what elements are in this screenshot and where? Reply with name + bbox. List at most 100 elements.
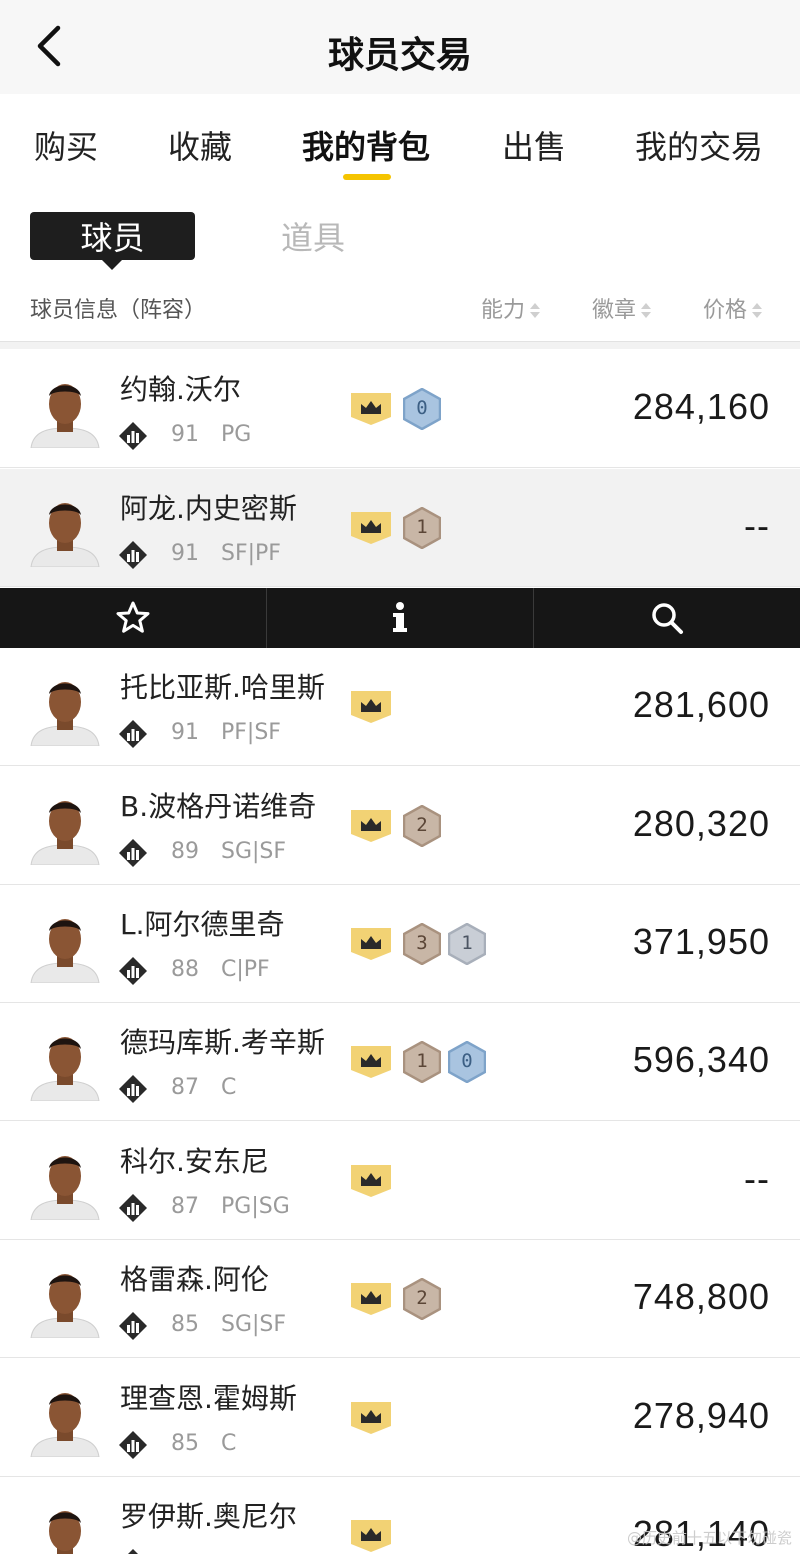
player-position: SG|SF (221, 839, 287, 864)
rating-icon (118, 1074, 148, 1104)
crown-icon (351, 1402, 391, 1434)
badge-count: 1 (416, 516, 428, 538)
info-button[interactable] (267, 588, 534, 648)
tab-my-backpack[interactable]: 我的背包 (302, 122, 430, 168)
player-avatar (29, 1499, 101, 1554)
player-rating: 88 (171, 957, 199, 982)
player-row[interactable]: L.阿尔德里奇 88 C|PF 3 1 371,950 (0, 885, 800, 1003)
player-position: C|PF (221, 957, 270, 982)
badge-count: 0 (416, 397, 428, 419)
player-position: SF|PF (221, 541, 281, 566)
crown-icon (351, 1165, 391, 1197)
player-rating: 91 (171, 422, 199, 447)
player-price: -- (744, 1158, 770, 1199)
player-price: 371,950 (632, 921, 770, 962)
sort-icon (751, 302, 763, 320)
player-position: PF|SF (221, 720, 281, 745)
crown-icon (351, 1283, 391, 1315)
player-avatar (29, 907, 101, 983)
player-name: 阿龙.内史密斯 (120, 492, 297, 525)
player-row[interactable]: 格雷森.阿伦 85 SG|SF 2 748,800 (0, 1240, 800, 1358)
favorite-button[interactable] (0, 588, 267, 648)
rating-icon (118, 1430, 148, 1460)
rating-icon (118, 1548, 148, 1554)
column-ability-label: 能力 (481, 298, 526, 323)
player-name: B.波格丹诺维奇 (120, 790, 317, 823)
player-price: 284,160 (632, 386, 770, 427)
page-title: 球员交易 (327, 35, 472, 76)
hex-badge: 0 (402, 387, 442, 431)
rating-icon (118, 1193, 148, 1223)
player-avatar (29, 789, 101, 865)
badge-count: 3 (416, 932, 428, 954)
player-name: 罗伊斯.奥尼尔 (120, 1500, 297, 1533)
tab-my-trades[interactable]: 我的交易 (635, 122, 763, 168)
column-badge-label: 徽章 (592, 298, 637, 323)
player-row[interactable]: 科尔.安东尼 87 PG|SG -- (0, 1122, 800, 1240)
player-avatar (29, 491, 101, 567)
player-price: 596,340 (632, 1039, 770, 1080)
player-rating: 85 (171, 1312, 199, 1337)
player-row[interactable]: 阿龙.内史密斯 91 SF|PF 1 -- (0, 469, 800, 587)
player-avatar (29, 1381, 101, 1457)
crown-icon (351, 1046, 391, 1078)
player-price: -- (744, 505, 770, 546)
player-row[interactable]: B.波格丹诺维奇 89 SG|SF 2 280,320 (0, 767, 800, 885)
rating-icon (118, 956, 148, 986)
player-price: 748,800 (632, 1276, 770, 1317)
hex-badge: 2 (402, 1277, 442, 1321)
player-name: 科尔.安东尼 (120, 1145, 269, 1178)
row-action-bar (0, 588, 800, 648)
column-ability[interactable]: 能力 (481, 292, 541, 324)
badge-count: 0 (461, 1050, 473, 1072)
player-name: 德玛库斯.考辛斯 (120, 1026, 325, 1059)
hex-badge: 3 (402, 922, 442, 966)
subtab-items[interactable]: 道具 (258, 212, 368, 260)
player-name: L.阿尔德里奇 (120, 908, 285, 941)
crown-icon (351, 928, 391, 960)
tab-buy[interactable]: 购买 (34, 122, 98, 168)
hex-badge: 2 (402, 804, 442, 848)
column-price-label: 价格 (703, 298, 748, 323)
player-rating: 91 (171, 541, 199, 566)
column-badge[interactable]: 徽章 (592, 292, 652, 324)
rating-icon (118, 838, 148, 868)
player-rating: 87 (171, 1194, 199, 1219)
player-row[interactable]: 理查恩.霍姆斯 85 C 278,940 (0, 1359, 800, 1477)
player-row[interactable]: 托比亚斯.哈里斯 91 PF|SF 281,600 (0, 648, 800, 766)
crown-icon (351, 691, 391, 723)
player-position: SG|SF (221, 1312, 287, 1337)
tab-favorites[interactable]: 收藏 (168, 122, 232, 168)
crown-icon (351, 810, 391, 842)
player-avatar (29, 1262, 101, 1338)
player-row[interactable]: 约翰.沃尔 91 PG 0 284,160 (0, 350, 800, 468)
player-position: C (221, 1431, 237, 1456)
player-rating: 89 (171, 839, 199, 864)
watermark: @历史前十五以下勿碰瓷 (626, 1529, 792, 1547)
rating-icon (118, 421, 148, 451)
player-name: 托比亚斯.哈里斯 (120, 671, 325, 704)
badge-count: 2 (416, 814, 428, 836)
tab-sell[interactable]: 出售 (502, 122, 566, 168)
rating-icon (118, 1311, 148, 1341)
crown-icon (351, 512, 391, 544)
main-tab-bar: 购买 收藏 我的背包 出售 我的交易 (0, 94, 800, 190)
player-rating: 85 (171, 1431, 199, 1456)
subtab-players[interactable]: 球员 (30, 212, 195, 270)
player-avatar (29, 1025, 101, 1101)
search-icon (652, 603, 683, 634)
column-price[interactable]: 价格 (703, 292, 763, 324)
star-icon (116, 601, 150, 633)
player-avatar (29, 670, 101, 746)
search-button[interactable] (534, 588, 800, 648)
player-price: 278,940 (632, 1395, 770, 1436)
player-position: C (221, 1075, 237, 1100)
player-price: 280,320 (632, 803, 770, 844)
badge-count: 1 (416, 1050, 428, 1072)
player-avatar (29, 372, 101, 448)
player-name: 约翰.沃尔 (120, 373, 241, 406)
hex-badge: 0 (447, 1040, 487, 1084)
player-position: PG|SG (221, 1194, 290, 1219)
player-row[interactable]: 德玛库斯.考辛斯 87 C 1 0 596,340 (0, 1003, 800, 1121)
hex-badge: 1 (402, 1040, 442, 1084)
